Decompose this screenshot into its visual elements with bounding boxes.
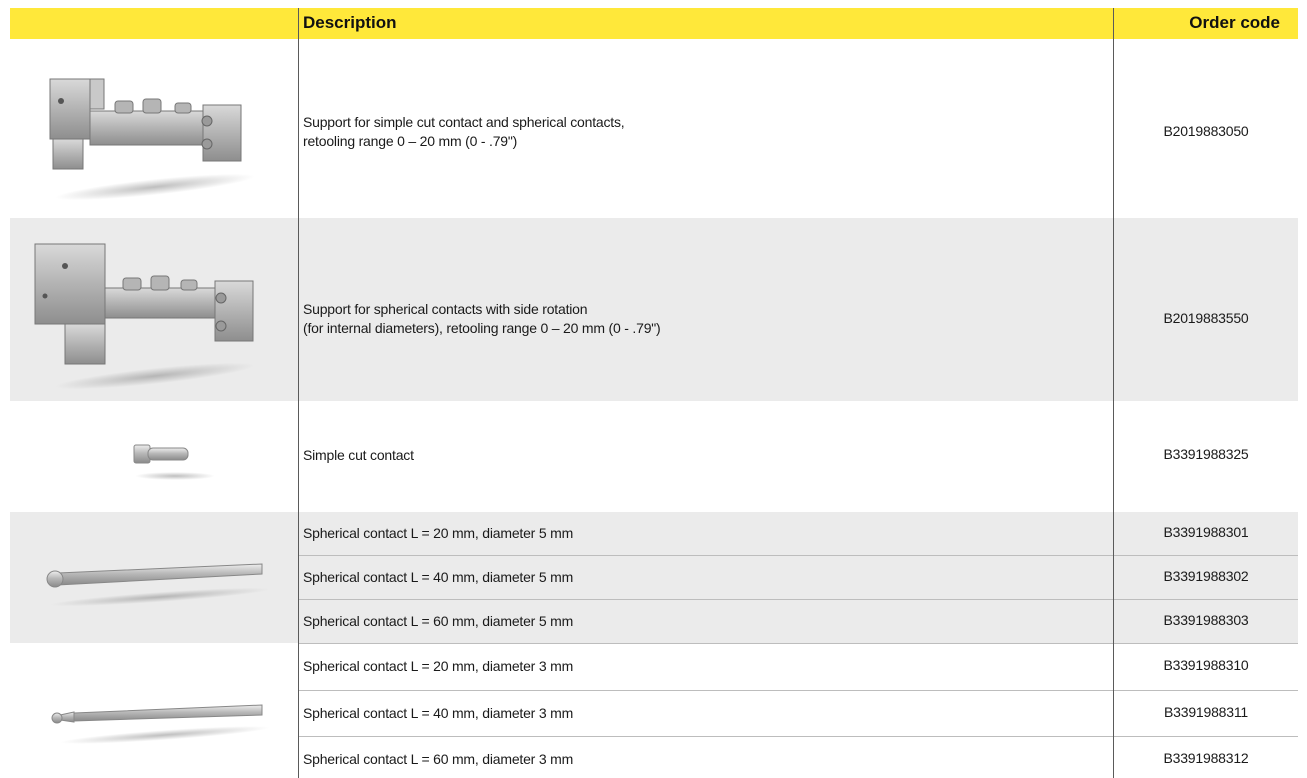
description-line: (for internal diameters), retooling rang… [303, 320, 661, 336]
description-line: retooling range 0 – 20 mm (0 - .79") [303, 133, 518, 149]
description-line: Support for simple cut contact and spher… [303, 114, 625, 130]
row-description: Simple cut contact [303, 446, 414, 465]
row-divider [299, 555, 1298, 556]
order-code: B3391988303 [1163, 612, 1249, 628]
column-divider [1113, 39, 1114, 778]
row-description: Support for simple cut contact and spher… [303, 113, 625, 151]
cut-contact-pin-image [133, 444, 215, 480]
row-description: Spherical contact L = 40 mm, diameter 3 … [303, 705, 574, 721]
column-divider [298, 39, 299, 778]
table-row: Simple cut contact B3391988325 [10, 401, 1298, 512]
order-code: B3391988325 [1163, 446, 1249, 462]
row-divider [299, 690, 1298, 691]
order-code: B3391988302 [1163, 568, 1249, 584]
spherical-contact-5mm-image [46, 563, 270, 607]
table-row: Support for simple cut contact and spher… [10, 39, 1298, 218]
row-description: Spherical contact L = 60 mm, diameter 5 … [303, 613, 574, 629]
row-description: Spherical contact L = 20 mm, diameter 3 … [303, 658, 574, 674]
description-line: Simple cut contact [303, 447, 414, 463]
order-code-column-header: Order code [1189, 13, 1280, 32]
order-code: B3391988301 [1163, 524, 1249, 540]
order-code: B3391988312 [1163, 750, 1249, 766]
order-code: B3391988310 [1163, 657, 1249, 673]
order-code: B3391988311 [1164, 704, 1248, 720]
row-description: Spherical contact L = 60 mm, diameter 3 … [303, 751, 574, 767]
support-bracket-rotation-image [34, 243, 255, 390]
header-divider [1113, 8, 1114, 39]
row-divider [299, 736, 1298, 737]
header-divider [298, 8, 299, 39]
row-description: Support for spherical contacts with side… [303, 300, 661, 338]
spherical-5mm-group: Spherical contact L = 20 mm, diameter 5 … [10, 512, 1298, 643]
order-code: B2019883550 [1163, 310, 1249, 326]
description-line: Support for spherical contacts with side… [303, 301, 588, 317]
table-header: Description Order code [10, 8, 1298, 39]
support-bracket-image [49, 78, 255, 201]
spherical-3mm-group: Spherical contact L = 20 mm, diameter 3 … [10, 643, 1298, 778]
description-column-header: Description [303, 13, 397, 32]
row-description: Spherical contact L = 40 mm, diameter 5 … [303, 569, 574, 585]
row-description: Spherical contact L = 20 mm, diameter 5 … [303, 525, 574, 541]
row-divider [299, 643, 1298, 644]
row-divider [299, 599, 1298, 600]
order-code: B2019883050 [1163, 123, 1249, 139]
spherical-contact-3mm-image [51, 704, 270, 744]
table-row: Support for spherical contacts with side… [10, 218, 1298, 401]
